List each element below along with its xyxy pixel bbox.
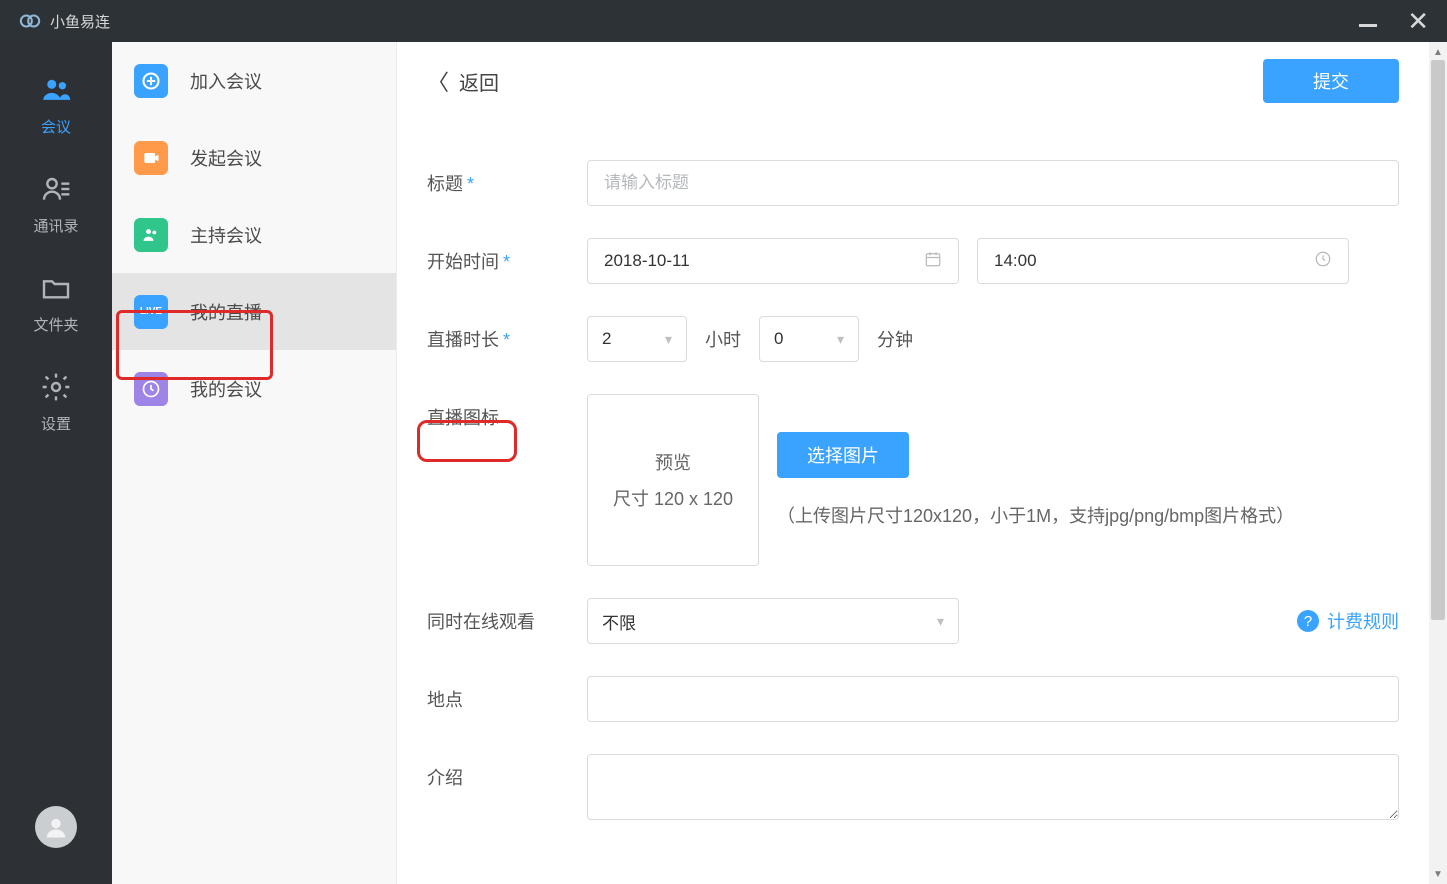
intro-textarea[interactable] [587,754,1399,820]
content: 〈 返回 提交 标题* 开始时间* 2018-10-11 14:0 [397,42,1447,884]
sidebar-item-label: 发起会议 [190,145,262,171]
billing-label: 计费规则 [1327,608,1399,634]
nav-item-label: 文件夹 [33,314,78,335]
sidebar: 加入会议 发起会议 主持会议 LIVE 我的直播 我的会议 [112,42,397,884]
row-concurrent: 同时在线观看 不限 ▾ ? 计费规则 [427,598,1399,644]
row-intro: 介绍 [427,754,1399,820]
nav-item-label: 会议 [41,116,71,137]
vertical-scrollbar[interactable]: ▲ ▼ [1429,42,1447,884]
clock-icon [134,372,168,406]
nav-item-meeting[interactable]: 会议 [36,70,76,137]
minutes-select[interactable]: 0 ▾ [759,316,859,362]
app-title: 小鱼易连 [50,11,110,32]
titlebar: 小鱼易连 ✕ [0,0,1447,42]
field-label: 直播时长 [427,330,499,350]
sidebar-item-my-live[interactable]: LIVE 我的直播 [112,273,396,350]
scroll-down-arrow[interactable]: ▼ [1433,866,1443,882]
content-header: 〈 返回 提交 [427,42,1399,120]
time-input[interactable]: 14:00 [977,238,1349,284]
live-icon: LIVE [134,295,168,329]
chevron-down-icon: ▾ [937,613,944,630]
question-icon: ? [1297,610,1319,632]
back-button[interactable]: 〈 返回 [427,65,499,97]
nav-item-label: 设置 [41,413,71,434]
field-label: 介绍 [427,768,463,788]
image-preview: 预览 尺寸 120 x 120 [587,394,759,566]
sidebar-item-label: 加入会议 [190,68,262,94]
chevron-down-icon: ▾ [837,331,844,348]
field-label: 同时在线观看 [427,612,535,632]
back-label: 返回 [459,67,499,96]
location-input[interactable] [587,676,1399,722]
billing-rules-link[interactable]: ? 计费规则 [1297,608,1399,634]
sidebar-item-my-meeting[interactable]: 我的会议 [112,350,396,427]
required-marker: * [503,330,510,350]
chevron-left-icon: 〈 [427,65,449,97]
concurrent-select[interactable]: 不限 ▾ [587,598,959,644]
required-marker: * [503,252,510,272]
chevron-down-icon: ▾ [665,331,672,348]
sidebar-item-start-meeting[interactable]: 发起会议 [112,119,396,196]
nav-rail: 会议 通讯录 文件夹 设置 [0,42,112,884]
submit-button[interactable]: 提交 [1263,59,1399,103]
field-label: 开始时间 [427,252,499,272]
calendar-icon [924,250,942,273]
close-button[interactable]: ✕ [1407,6,1429,37]
avatar[interactable] [35,806,77,848]
row-start-time: 开始时间* 2018-10-11 14:00 [427,238,1399,284]
scroll-up-arrow[interactable]: ▲ [1433,44,1443,60]
preview-size: 尺寸 120 x 120 [613,485,733,511]
host-meeting-icon [134,218,168,252]
row-live-icon: 直播图标 预览 尺寸 120 x 120 选择图片 （上传图片尺寸120x120… [427,394,1399,566]
hours-select[interactable]: 2 ▾ [587,316,687,362]
sidebar-item-label: 我的会议 [190,376,262,402]
nav-item-label: 通讯录 [33,215,78,236]
start-meeting-icon [134,141,168,175]
pick-image-button[interactable]: 选择图片 [777,432,909,478]
field-label: 标题 [427,174,463,194]
contacts-icon [36,169,76,209]
upload-hint: （上传图片尺寸120x120，小于1M，支持jpg/png/bmp图片格式） [777,502,1399,528]
title-input[interactable] [587,160,1399,206]
sidebar-item-host-meeting[interactable]: 主持会议 [112,196,396,273]
field-label: 直播图标 [427,408,499,428]
scroll-thumb[interactable] [1431,60,1445,620]
gear-icon [36,367,76,407]
sidebar-item-label: 我的直播 [190,299,262,325]
minimize-button[interactable] [1359,24,1377,27]
nav-item-settings[interactable]: 设置 [36,367,76,434]
clock-icon [1314,250,1332,273]
folder-icon [36,268,76,308]
minutes-suffix: 分钟 [877,326,913,352]
date-input[interactable]: 2018-10-11 [587,238,959,284]
nav-item-contacts[interactable]: 通讯录 [33,169,78,236]
required-marker: * [467,174,474,194]
field-label: 地点 [427,690,463,710]
select-value: 2 [602,329,611,349]
sidebar-item-label: 主持会议 [190,222,262,248]
row-duration: 直播时长* 2 ▾ 小时 0 ▾ 分钟 [427,316,1399,362]
time-value: 14:00 [994,251,1037,271]
meeting-icon [36,70,76,110]
nav-item-folder[interactable]: 文件夹 [33,268,78,335]
plus-icon [134,64,168,98]
select-value: 不限 [602,609,636,634]
sidebar-item-join-meeting[interactable]: 加入会议 [112,42,396,119]
app-logo-icon [18,9,42,33]
preview-label: 预览 [655,449,691,475]
select-value: 0 [774,329,783,349]
row-title: 标题* [427,160,1399,206]
hours-suffix: 小时 [705,326,741,352]
row-location: 地点 [427,676,1399,722]
date-value: 2018-10-11 [604,251,690,271]
scroll-track[interactable] [1429,60,1447,866]
